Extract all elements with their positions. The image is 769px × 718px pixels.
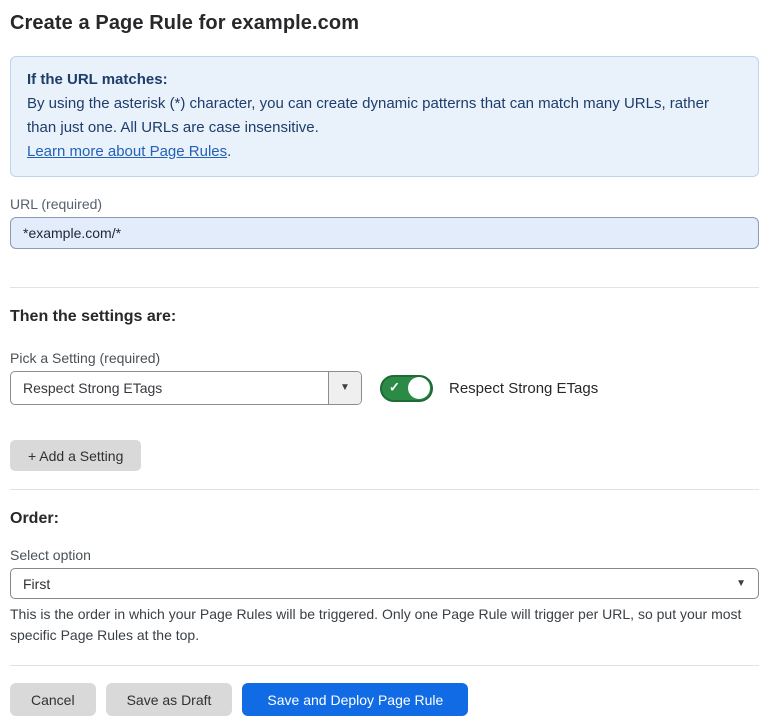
save-draft-button[interactable]: Save as Draft	[106, 683, 233, 716]
setting-row: Respect Strong ETags ▼ ✓ Respect Strong …	[10, 371, 759, 405]
divider-footer	[10, 665, 759, 666]
footer-actions: Cancel Save as Draft Save and Deploy Pag…	[10, 683, 759, 716]
create-page-rule-panel: Create a Page Rule for example.com If th…	[0, 0, 769, 716]
setting-dropdown-value: Respect Strong ETags	[11, 372, 328, 404]
add-setting-button[interactable]: + Add a Setting	[10, 440, 141, 471]
order-select-label: Select option	[10, 547, 759, 563]
setting-dropdown-button[interactable]: ▼	[328, 372, 361, 404]
url-match-info-box: If the URL matches: By using the asteris…	[10, 56, 759, 177]
info-box-link-line: Learn more about Page Rules.	[27, 140, 742, 164]
learn-more-link[interactable]: Learn more about Page Rules	[27, 143, 227, 160]
setting-toggle[interactable]: ✓	[380, 375, 433, 402]
pick-setting-label: Pick a Setting (required)	[10, 350, 759, 366]
order-help-text: This is the order in which your Page Rul…	[10, 604, 759, 646]
check-icon: ✓	[389, 380, 400, 396]
order-select[interactable]: First ▼	[10, 568, 759, 599]
toggle-knob	[408, 377, 430, 399]
page-title: Create a Page Rule for example.com	[10, 12, 759, 35]
url-field-label: URL (required)	[10, 196, 759, 212]
divider-url	[10, 287, 759, 288]
setting-toggle-label: Respect Strong ETags	[449, 380, 598, 397]
info-box-body: By using the asterisk (*) character, you…	[27, 92, 742, 140]
chevron-down-icon: ▼	[736, 579, 746, 589]
chevron-down-icon: ▼	[340, 383, 350, 393]
url-input[interactable]	[10, 217, 759, 249]
order-select-value: First	[23, 576, 736, 592]
info-box-heading: If the URL matches:	[27, 68, 742, 92]
order-heading: Order:	[10, 510, 759, 528]
setting-dropdown[interactable]: Respect Strong ETags ▼	[10, 371, 362, 405]
divider-settings	[10, 489, 759, 490]
settings-heading: Then the settings are:	[10, 308, 759, 326]
save-deploy-button[interactable]: Save and Deploy Page Rule	[242, 683, 468, 716]
link-suffix: .	[227, 143, 231, 160]
cancel-button[interactable]: Cancel	[10, 683, 96, 716]
